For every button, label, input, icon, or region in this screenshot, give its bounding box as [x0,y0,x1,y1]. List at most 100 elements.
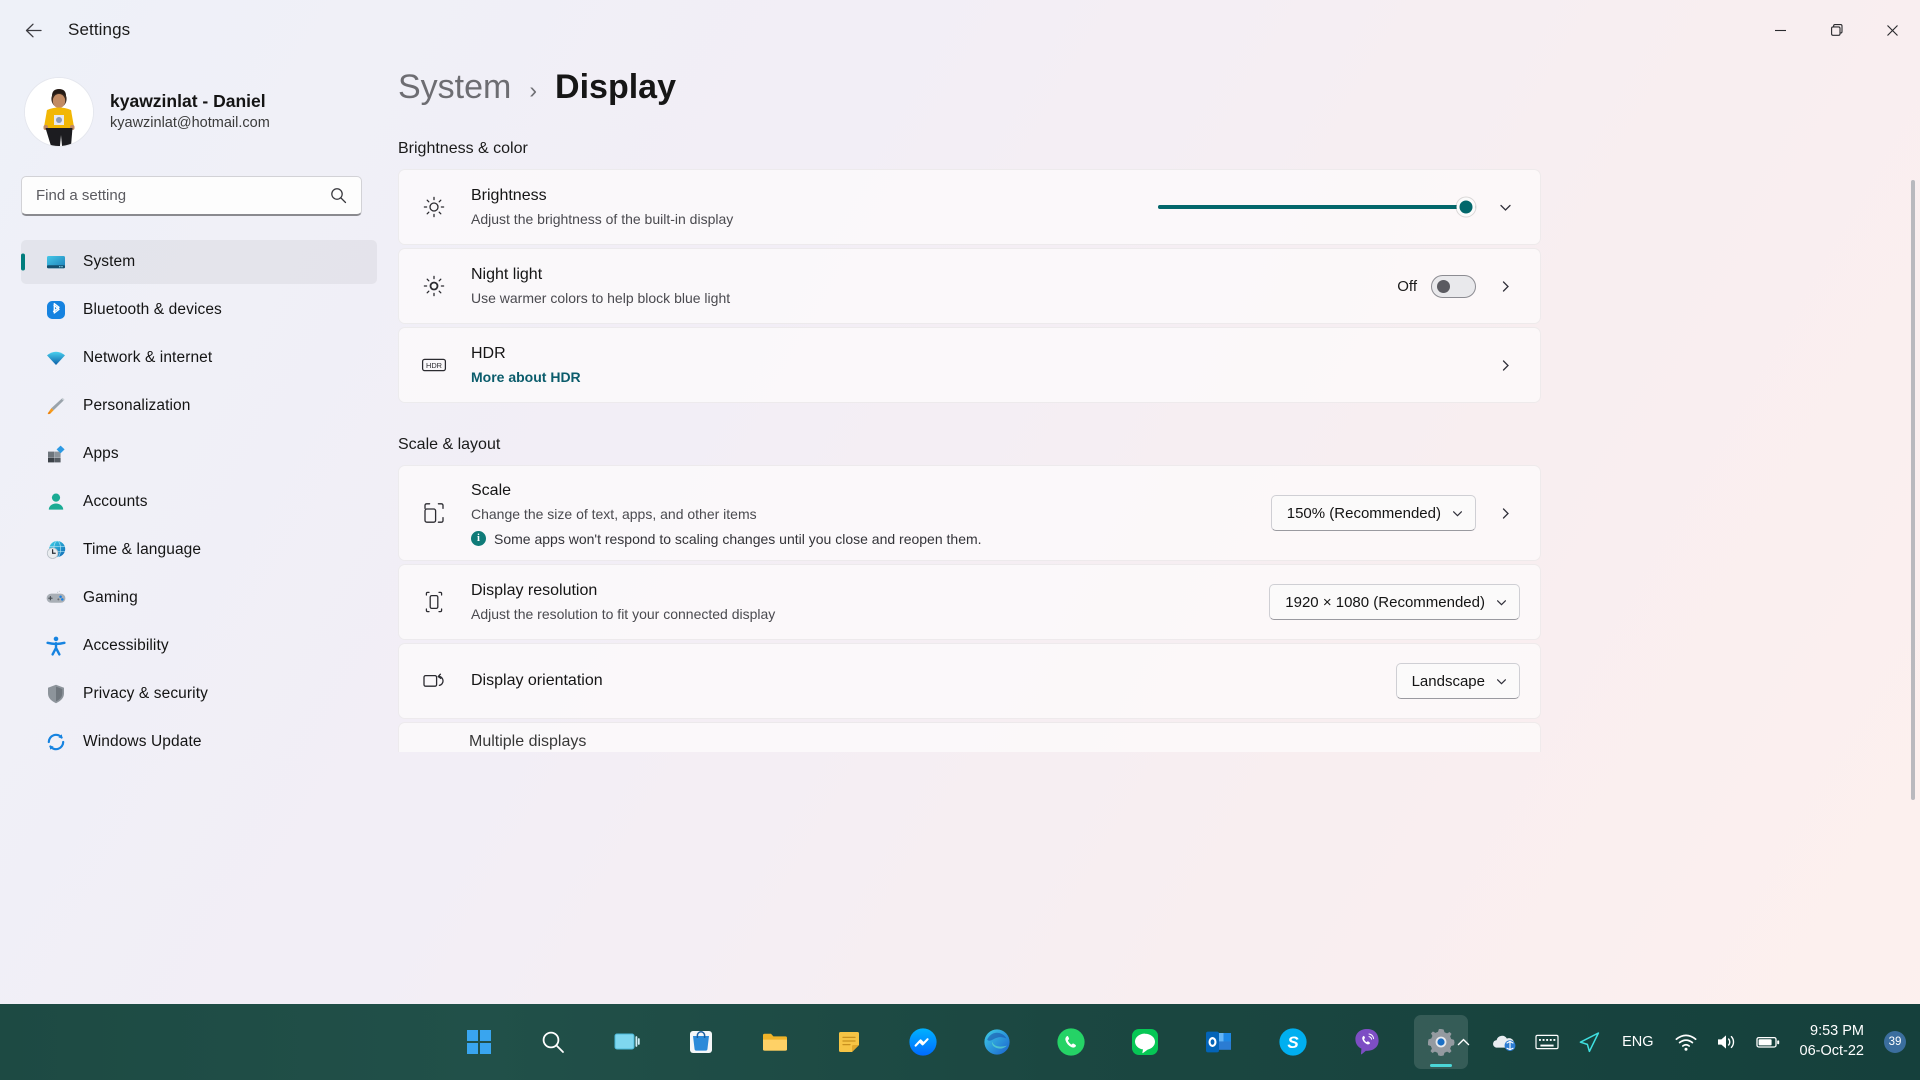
resolution-dropdown[interactable]: 1920 × 1080 (Recommended) [1269,584,1520,620]
sidebar-item-time-language[interactable]: Time & language [21,528,377,572]
taskbar-line-app[interactable] [1118,1015,1172,1069]
sidebar-item-gaming[interactable]: Gaming [21,576,377,620]
svg-text:S: S [1287,1033,1299,1052]
sidebar-item-accessibility[interactable]: Accessibility [21,624,377,668]
sidebar-item-bluetooth-devices[interactable]: Bluetooth & devices [21,288,377,332]
orientation-dropdown[interactable]: Landscape [1395,663,1520,699]
close-icon [1886,24,1898,36]
line-icon [1132,1029,1158,1055]
sidebar: kyawzinlat - Daniel kyawzinlat@hotmail.c… [0,0,398,1080]
gamepad-icon [45,587,67,609]
sidebar-item-network-internet[interactable]: Network & internet [21,336,377,380]
skype-icon: S [1279,1028,1307,1056]
taskbar-start-button[interactable] [452,1015,506,1069]
tray-language-indicator[interactable]: ENG [1612,1019,1663,1065]
notification-badge[interactable]: 39 [1884,1031,1906,1053]
resolution-controls: 1920 × 1080 (Recommended) [1269,584,1520,620]
display-resolution-row[interactable]: Display resolution Adjust the resolution… [398,564,1541,640]
sidebar-item-label: Network & internet [83,349,213,366]
taskbar-task-view-button[interactable] [600,1015,654,1069]
keyboard-icon [1535,1034,1559,1050]
tray-overflow-button[interactable] [1446,1019,1480,1065]
search-icon [322,187,361,204]
chevron-right-icon [1502,280,1509,292]
search-box[interactable] [21,176,362,216]
info-icon: i [471,531,486,547]
chevron-down-icon [1499,204,1511,211]
sidebar-item-privacy-security[interactable]: Privacy & security [21,672,377,716]
taskbar-edge-browser[interactable] [970,1015,1024,1069]
viber-icon [1355,1029,1379,1055]
minimize-button[interactable] [1752,0,1808,60]
sidebar-item-windows-update[interactable]: Windows Update [21,720,377,764]
title-bar: Settings [0,0,1920,60]
sidebar-item-personalization[interactable]: Personalization [21,384,377,428]
content-scrollbar[interactable] [1911,180,1915,800]
scale-icon [421,500,447,526]
taskbar-skype[interactable]: S [1266,1015,1320,1069]
back-button[interactable] [10,10,56,50]
breadcrumb: System › Display [398,68,1920,107]
scale-row[interactable]: Scale Change the size of text, apps, and… [398,465,1541,561]
volume-icon [1717,1035,1734,1049]
taskbar-messenger[interactable] [896,1015,950,1069]
close-button[interactable] [1864,0,1920,60]
hdr-open-button[interactable] [1490,350,1520,380]
brightness-subtitle: Adjust the brightness of the built-in di… [471,210,734,227]
breadcrumb-parent[interactable]: System [398,68,511,107]
maximize-button[interactable] [1808,0,1864,60]
section-title-scale-layout: Scale & layout [398,436,501,453]
scale-text: Scale Change the size of text, apps, and… [471,479,1271,547]
multiple-displays-row[interactable]: Multiple displays [398,722,1541,752]
taskbar-search-button[interactable] [526,1015,580,1069]
maximize-icon [1830,23,1843,36]
sidebar-item-label: System [83,253,136,270]
brightness-slider[interactable] [1158,197,1476,217]
taskbar-file-explorer[interactable] [748,1015,802,1069]
taskbar-whatsapp[interactable] [1044,1015,1098,1069]
taskbar-microsoft-store[interactable] [674,1015,728,1069]
hdr-row[interactable]: HDR HDR More about HDR [398,327,1541,403]
taskbar-sticky-notes[interactable] [822,1015,876,1069]
tray-send-button[interactable] [1570,1019,1608,1065]
tray-volume-button[interactable] [1708,1019,1744,1065]
night-light-title: Night light [471,266,543,284]
taskbar-clock[interactable]: 9:53 PM 06-Oct-22 [1792,1019,1876,1065]
night-light-toggle[interactable] [1431,274,1476,298]
sidebar-item-apps[interactable]: Apps [21,432,377,476]
clock-date: 06-Oct-22 [1799,1043,1864,1059]
hdr-title: HDR [471,345,506,363]
taskbar-outlook[interactable] [1192,1015,1246,1069]
scale-open-button[interactable] [1490,498,1520,528]
brightness-row[interactable]: Brightness Adjust the brightness of the … [398,169,1541,245]
windows-logo-icon [467,1030,491,1054]
hdr-more-link[interactable]: More about HDR [471,367,581,388]
search-input[interactable] [22,187,322,204]
sidebar-item-system[interactable]: System [21,240,377,284]
night-light-open-button[interactable] [1490,271,1520,301]
tray-keyboard-button[interactable] [1528,1019,1566,1065]
night-light-controls: Off [1397,271,1520,301]
night-light-row[interactable]: Night light Use warmer colors to help bl… [398,248,1541,324]
orientation-icon [421,668,447,694]
whatsapp-icon [1057,1028,1085,1056]
chevron-right-icon [1502,507,1509,519]
taskbar-viber[interactable] [1340,1015,1394,1069]
slider-thumb[interactable] [1456,197,1476,217]
taskbar: S ENG 9:53 PM 06-Oct-22 39 [0,1004,1920,1080]
window-controls [1752,0,1920,60]
display-orientation-row[interactable]: Display orientation Landscape [398,643,1541,719]
brightness-expand-button[interactable] [1490,192,1520,222]
chevron-down-icon [1453,510,1462,517]
paintbrush-icon [45,395,67,417]
tray-battery-button[interactable] [1748,1019,1788,1065]
sidebar-item-accounts[interactable]: Accounts [21,480,377,524]
scale-title: Scale [471,482,512,500]
chevron-right-icon [1502,359,1509,371]
scale-value: 150% (Recommended) [1286,504,1441,522]
tray-onedrive-button[interactable] [1484,1019,1524,1065]
messenger-icon [909,1028,937,1056]
scale-dropdown[interactable]: 150% (Recommended) [1270,495,1476,531]
user-profile[interactable]: kyawzinlat - Daniel kyawzinlat@hotmail.c… [25,78,398,146]
tray-wifi-button[interactable] [1668,1019,1704,1065]
